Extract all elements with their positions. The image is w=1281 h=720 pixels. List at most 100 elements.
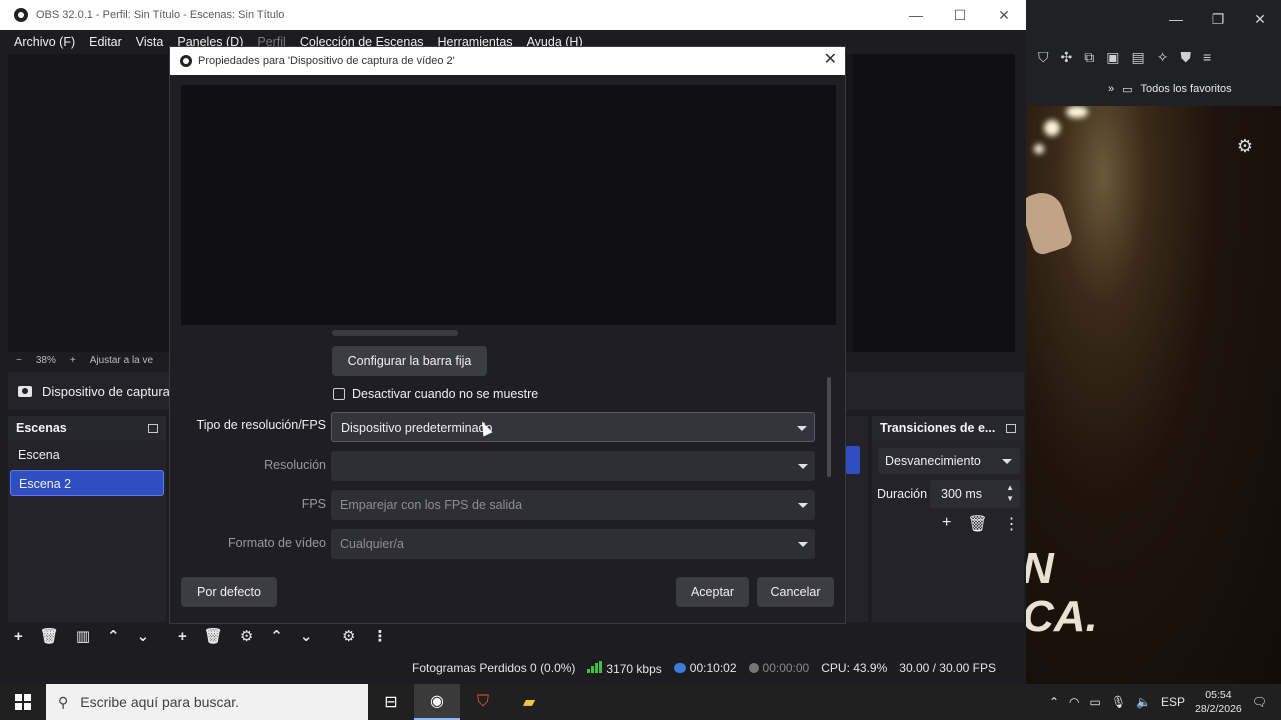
mixer-level-bar <box>846 446 860 474</box>
gear-icon[interactable]: ⚙ <box>240 627 253 645</box>
deactivate-checkbox[interactable] <box>333 388 345 400</box>
favorites-folder[interactable]: Todos los favoritos <box>1141 83 1232 95</box>
vertical-scrollbar[interactable] <box>827 377 831 477</box>
add-icon[interactable]: + <box>178 628 187 645</box>
browser-toolbar: ⛉ ✣ ⧉ ▣ ▤ ✧ ⛊ ≡ <box>1026 42 1281 72</box>
record-status: 00:00:00 <box>748 661 809 675</box>
deactivate-row[interactable]: Desactivar cuando no se muestre <box>333 387 538 401</box>
zoom-out-button[interactable]: − <box>16 355 22 366</box>
scene-item-selected[interactable]: Escena 2 <box>10 470 164 496</box>
scene-item[interactable]: Escena <box>10 442 164 468</box>
clock-time: 05:54 <box>1205 689 1232 701</box>
arrow-up-icon[interactable]: ⌃ <box>270 627 283 645</box>
shield-icon[interactable]: ⛉ <box>1038 49 1049 66</box>
dropped-frames: Fotogramas Perdidos 0 (0.0%) <box>412 661 576 675</box>
signal-icon <box>587 660 603 673</box>
microphone-icon[interactable]: 🎙 <box>1111 695 1126 709</box>
network-icon[interactable]: ◠ <box>1069 695 1079 709</box>
add-icon[interactable]: + <box>14 628 23 645</box>
restore-icon[interactable]: ❐ <box>1197 11 1239 28</box>
config-bar-button[interactable]: Configurar la barra fija <box>332 346 487 376</box>
obs-taskbar-icon[interactable]: ◉ <box>414 684 460 720</box>
res-type-select[interactable]: Dispositivo predeterminado <box>331 412 815 442</box>
horizontal-scrollbar[interactable] <box>332 330 458 336</box>
gear-icon[interactable]: ⚙ <box>1237 136 1253 157</box>
trash-icon[interactable]: 🗑 <box>967 514 987 534</box>
file-explorer-icon[interactable]: ▰ <box>506 684 552 720</box>
zoom-in-button[interactable]: + <box>70 355 76 366</box>
brave-taskbar-icon[interactable]: ⛉ <box>460 684 506 720</box>
volume-icon[interactable]: 🔈 <box>1136 695 1151 709</box>
start-button[interactable] <box>0 684 46 720</box>
fps-select[interactable]: Emparejar con los FPS de salida <box>331 490 815 520</box>
spin-up-icon[interactable]: ▲ <box>1006 483 1014 493</box>
leo-icon[interactable]: ✧ <box>1157 49 1169 66</box>
trash-icon[interactable]: 🗑 <box>40 627 59 645</box>
task-view-icon[interactable]: ⊟ <box>368 684 414 720</box>
notifications-icon[interactable]: 🗨 <box>1252 695 1267 709</box>
chevron-up-icon[interactable]: ⌃ <box>1049 695 1059 709</box>
duration-spinbox[interactable]: 300 ms ▲ ▼ <box>930 480 1020 508</box>
format-select[interactable]: Cualquier/a <box>331 529 815 559</box>
extensions-icon[interactable]: ✣ <box>1061 49 1073 66</box>
dialog-preview <box>181 85 836 325</box>
menu-editar[interactable]: Editar <box>89 35 122 49</box>
res-type-label: Tipo de resolución/FPS <box>196 418 326 432</box>
filter-icon[interactable]: ▥ <box>76 627 90 645</box>
obs-title: OBS 32.0.1 - Perfil: Sin Título - Escena… <box>36 9 285 21</box>
maximize-icon[interactable]: ☐ <box>938 0 982 30</box>
close-icon[interactable]: ✕ <box>824 51 837 69</box>
fit-button[interactable]: Ajustar a la ve <box>90 355 153 366</box>
more-icon[interactable]: ⋮ <box>372 627 387 645</box>
vpn-icon[interactable]: ⛊ <box>1180 49 1191 66</box>
menu-icon[interactable]: ≡ <box>1203 49 1211 65</box>
arrow-up-icon[interactable]: ⌃ <box>107 627 120 645</box>
sidebar-icon[interactable]: ▣ <box>1106 49 1119 66</box>
menu-archivo[interactable]: Archivo (F) <box>14 35 75 49</box>
obs-logo-icon <box>14 8 28 22</box>
obs-logo-icon <box>180 55 192 67</box>
favorites-bar: » ▭ Todos los favoritos <box>1026 74 1281 104</box>
undock-icon[interactable] <box>1006 423 1016 433</box>
trash-icon[interactable]: 🗑 <box>204 627 223 645</box>
battery-icon[interactable]: ▭ <box>1090 695 1101 709</box>
menu-vista[interactable]: Vista <box>136 35 164 49</box>
resolution-select[interactable] <box>331 451 815 481</box>
minimize-icon[interactable]: — <box>894 0 938 30</box>
clock[interactable]: 05:54 28/2/2026 <box>1195 688 1242 716</box>
taskbar-search[interactable]: ⚲ Escribe aquí para buscar. <box>46 684 368 720</box>
ok-button[interactable]: Aceptar <box>676 577 749 607</box>
camera-icon <box>18 385 32 397</box>
spin-down-icon[interactable]: ▼ <box>1006 494 1014 504</box>
stream-icon <box>673 663 686 673</box>
transition-select[interactable]: Desvanecimiento <box>878 448 1020 474</box>
search-placeholder: Escribe aquí para buscar. <box>80 694 240 710</box>
arrow-down-icon[interactable]: ⌄ <box>137 627 150 645</box>
dialog-title: Propiedades para 'Dispositivo de captura… <box>198 55 455 67</box>
language-indicator[interactable]: ESP <box>1161 695 1185 709</box>
zoom-bar: − 38% + Ajustar a la ve <box>8 352 153 368</box>
wallet-icon[interactable]: ▤ <box>1131 49 1144 66</box>
arrow-down-icon[interactable]: ⌄ <box>300 627 313 645</box>
chevron-right-icon[interactable]: » <box>1108 83 1114 95</box>
transitions-title: Transiciones de e... <box>880 421 996 435</box>
more-icon[interactable]: ⋮ <box>1004 514 1020 534</box>
close-icon[interactable]: ✕ <box>982 0 1026 30</box>
res-type-value: Dispositivo predeterminado <box>341 421 493 435</box>
minimize-icon[interactable]: — <box>1155 11 1197 27</box>
screenshot-icon[interactable]: ⧉ <box>1084 49 1094 66</box>
fps-status: 30.00 / 30.00 FPS <box>899 661 996 675</box>
chevron-down-icon <box>798 464 808 469</box>
undock-icon[interactable] <box>148 423 158 433</box>
browser-video[interactable]: ⚙ N CA. <box>1026 106 1281 685</box>
format-value: Cualquier/a <box>340 537 404 551</box>
system-tray: ⌃ ◠ ▭ 🎙 🔈 ESP 05:54 28/2/2026 🗨 <box>1049 684 1281 720</box>
sources-toolbar: + 🗑 ⚙ ⌃ ⌄ <box>178 624 312 648</box>
close-icon[interactable]: ✕ <box>1239 11 1281 28</box>
windows-icon <box>15 694 31 710</box>
advanced-audio-icon[interactable]: ⚙ <box>342 627 355 645</box>
cancel-button[interactable]: Cancelar <box>757 577 834 607</box>
stadium-light <box>1066 106 1088 118</box>
add-icon[interactable]: + <box>942 514 951 534</box>
defaults-button[interactable]: Por defecto <box>181 577 277 607</box>
